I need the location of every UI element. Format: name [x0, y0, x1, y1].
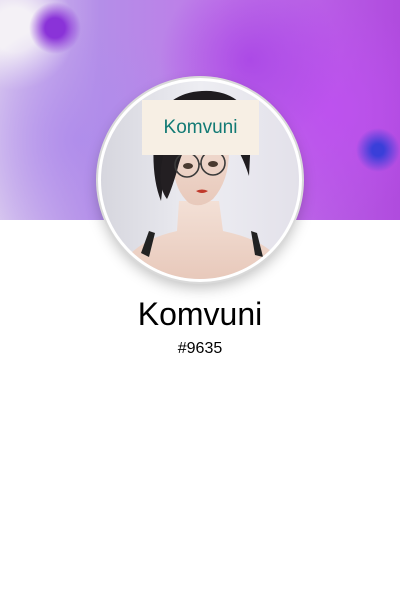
- username: Komvuni: [137, 296, 263, 332]
- name-tag: Komvuni: [142, 100, 259, 155]
- user-discriminator: #9635: [177, 340, 223, 357]
